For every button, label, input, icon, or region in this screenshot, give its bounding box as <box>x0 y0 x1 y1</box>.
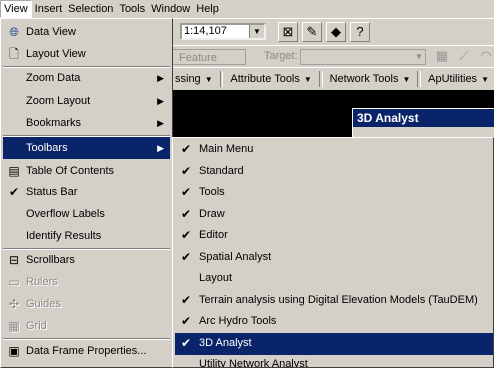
menu-item-guides[interactable]: ✣ Guides <box>3 293 170 315</box>
aputilities-menu[interactable]: ApUtilities ▼ <box>423 73 494 85</box>
menu-view[interactable]: View <box>0 0 32 18</box>
rulers-icon: ▭ <box>8 275 20 289</box>
chevron-down-icon: ▼ <box>481 75 489 84</box>
toolbar-item-tools[interactable]: ✔ Tools <box>175 182 493 204</box>
menu-item-data-view[interactable]: 🌐︎ Data View <box>3 21 170 43</box>
guides-icon: ✣ <box>8 297 20 311</box>
menu-item-layout-view[interactable]: 🗋︎ Layout View <box>3 43 170 65</box>
arctoolbox-icon[interactable]: ◆ <box>326 22 346 42</box>
submenu-arrow-icon: ▶ <box>157 73 164 83</box>
menu-item-toolbars[interactable]: Toolbars ▶ <box>3 137 170 159</box>
menu-tools[interactable]: Tools <box>116 1 148 17</box>
menu-insert[interactable]: Insert <box>32 1 66 17</box>
curve-tool-icon[interactable]: ◠ <box>476 47 494 67</box>
view-menu: 🌐︎ Data View 🗋︎ Layout View Zoom Data ▶ Z… <box>0 18 173 368</box>
menu-item-status-bar[interactable]: ✔ Status Bar <box>3 181 170 203</box>
3d-analyst-title[interactable]: 3D Analyst <box>353 109 494 127</box>
check-icon: ✔ <box>180 250 192 264</box>
target-label: Target: <box>264 50 298 62</box>
toolbar-item-editor[interactable]: ✔ Editor <box>175 225 493 247</box>
check-icon: ✔ <box>180 207 192 221</box>
editor-toolbar: Feature Target: ▼ ▦ ⟋ ◠ <box>170 45 494 68</box>
map-scale-combo[interactable]: 1:14,107 ▼ <box>180 23 266 40</box>
submenu-arrow-icon: ▶ <box>157 96 164 106</box>
chevron-down-icon[interactable]: ▼ <box>249 25 264 38</box>
menu-item-bookmarks[interactable]: Bookmarks ▶ <box>3 112 170 134</box>
table-icon[interactable]: ▦ <box>432 47 452 67</box>
menu-item-scrollbars[interactable]: ⊟ Scrollbars <box>3 249 170 271</box>
check-icon: ✔ <box>180 228 192 242</box>
menu-item-grid[interactable]: ▦ Grid <box>3 315 170 337</box>
network-tools-menu[interactable]: Network Tools ▼ <box>325 73 416 85</box>
data-frame-properties-icon: ▣ <box>8 344 20 358</box>
create-feature-combo[interactable]: Feature <box>172 49 246 65</box>
menu-item-overflow-labels[interactable]: Overflow Labels <box>3 203 170 225</box>
toolbar-item-standard[interactable]: ✔ Standard <box>175 161 493 183</box>
check-icon: ✔ <box>180 293 192 307</box>
separator <box>318 71 323 87</box>
toolbar-item-layout[interactable]: Layout <box>175 268 493 290</box>
check-icon: ✔ <box>180 142 192 156</box>
standard-toolbar: 1:14,107 ▼ ⊠ ✎ ◆ ? <box>170 18 494 45</box>
chevron-down-icon[interactable]: ▼ <box>413 50 425 64</box>
editor-toolbar-icon[interactable]: ✎ <box>302 22 322 42</box>
menu-item-identify-results[interactable]: Identify Results <box>3 225 170 247</box>
feature-label: Feature <box>179 52 217 64</box>
menu-help[interactable]: Help <box>193 1 222 17</box>
processing-menu[interactable]: ssing ▼ <box>170 73 218 85</box>
scrollbars-icon: ⊟ <box>8 253 20 267</box>
zoom-scale-icon[interactable]: ⊠ <box>278 22 298 42</box>
separator <box>417 71 422 87</box>
chevron-down-icon: ▼ <box>204 75 213 84</box>
toolbar-item-draw[interactable]: ✔ Draw <box>175 204 493 226</box>
check-icon: ✔ <box>180 314 192 328</box>
map-scale-value: 1:14,107 <box>184 25 227 37</box>
toolbar-item-3d-analyst[interactable]: ✔ 3D Analyst <box>175 333 493 355</box>
grid-icon: ▦ <box>8 319 20 333</box>
toolbar-item-spatial-analyst[interactable]: ✔ Spatial Analyst <box>175 247 493 269</box>
toolbar-item-taudem[interactable]: ✔ Terrain analysis using Digital Elevatio… <box>175 290 493 312</box>
toolbar-item-arc-hydro-tools[interactable]: ✔ Arc Hydro Tools <box>175 311 493 333</box>
attribute-tools-menu[interactable]: Attribute Tools ▼ <box>225 73 316 85</box>
menu-window[interactable]: Window <box>148 1 193 17</box>
menu-item-table-of-contents[interactable]: ▤ Table Of Contents <box>3 160 170 182</box>
sketch-tool-icon[interactable]: ⟋ <box>454 47 474 67</box>
submenu-arrow-icon: ▶ <box>157 143 164 153</box>
tools-toolbar: ssing ▼ Attribute Tools ▼ Network Tools ▼ A… <box>170 67 494 91</box>
check-icon: ✔ <box>180 164 192 178</box>
data-view-icon: 🌐︎ <box>9 25 19 39</box>
check-icon: ✔ <box>8 185 20 199</box>
menubar: View Insert Selection Tools Window Help <box>0 0 494 18</box>
toolbars-submenu: ✔ Main Menu ✔ Standard ✔ Tools ✔ Draw ✔ Edito… <box>172 137 494 368</box>
layout-view-icon: 🗋︎ <box>9 47 19 61</box>
menu-item-rulers[interactable]: ▭ Rulers <box>3 271 170 293</box>
menu-item-zoom-layout[interactable]: Zoom Layout ▶ <box>3 90 170 112</box>
whats-this-help-icon[interactable]: ? <box>350 22 370 42</box>
separator <box>219 71 224 87</box>
menu-item-data-frame-properties[interactable]: ▣ Data Frame Properties... <box>3 340 170 362</box>
table-of-contents-icon: ▤ <box>8 164 20 178</box>
chevron-down-icon: ▼ <box>303 75 312 84</box>
menu-selection[interactable]: Selection <box>65 1 116 17</box>
toolbar-item-utility-network-analyst[interactable]: Utility Network Analyst <box>175 354 493 367</box>
check-icon: ✔ <box>180 336 192 350</box>
submenu-arrow-icon: ▶ <box>157 118 164 128</box>
check-icon: ✔ <box>180 185 192 199</box>
target-combo[interactable]: ▼ <box>300 49 426 65</box>
menu-item-zoom-data[interactable]: Zoom Data ▶ <box>3 67 170 89</box>
toolbar-item-main-menu[interactable]: ✔ Main Menu <box>175 139 493 161</box>
chevron-down-icon: ▼ <box>402 75 411 84</box>
